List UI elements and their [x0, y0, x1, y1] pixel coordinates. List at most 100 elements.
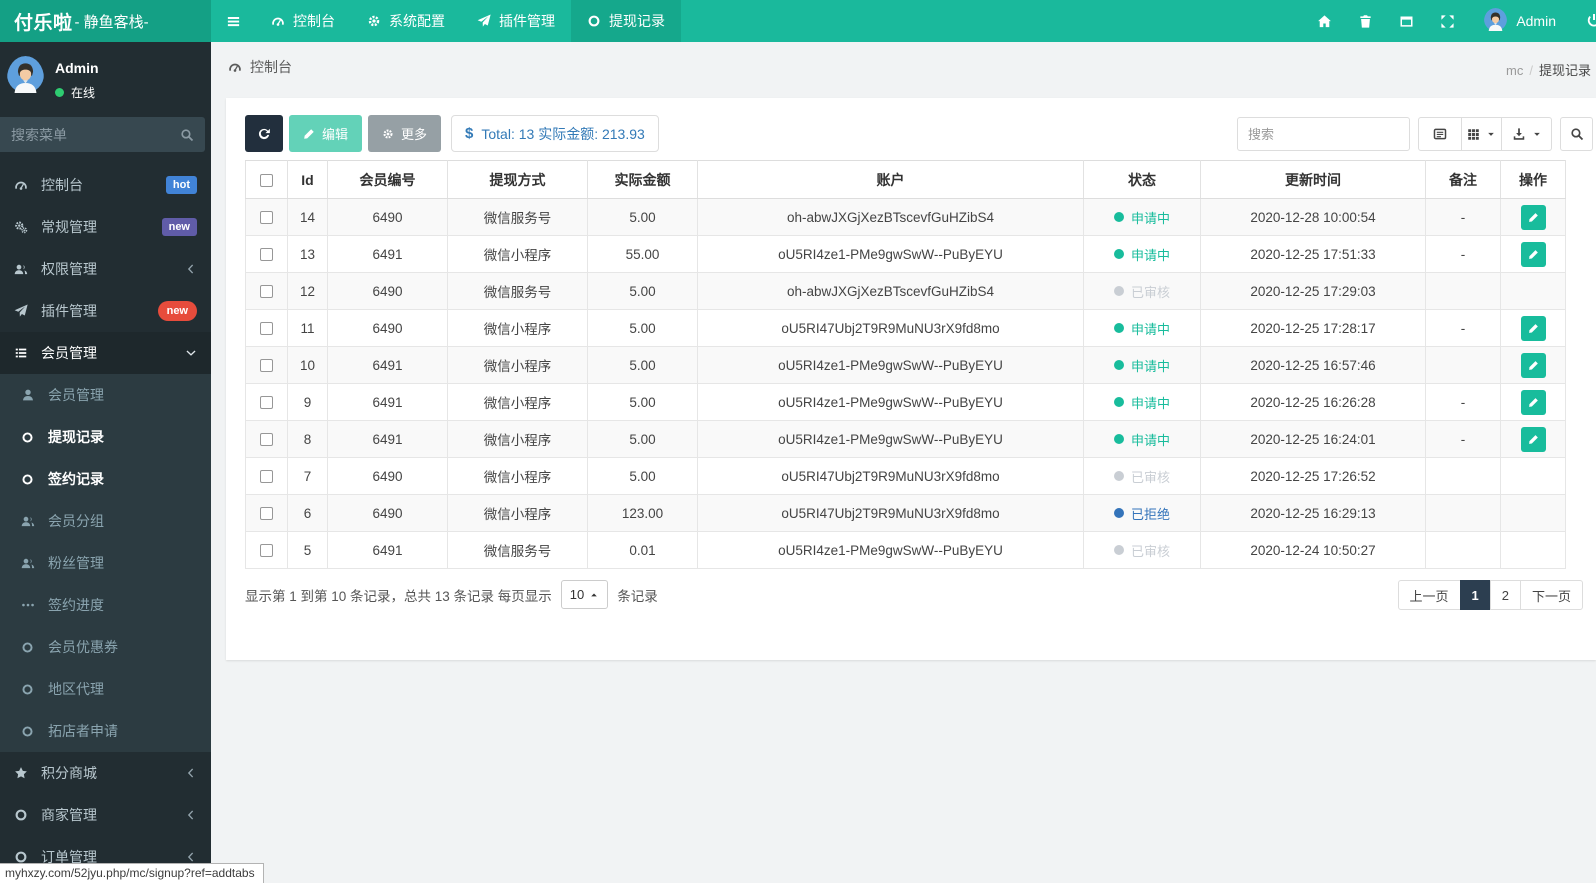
brand-logo[interactable]: 付乐啦 - 静鱼客栈- — [0, 0, 211, 42]
export-button[interactable] — [1502, 117, 1552, 151]
cell-updated: 2020-12-24 10:50:27 — [1200, 531, 1426, 569]
cell-status: 申请中 — [1083, 235, 1201, 273]
sidebar-item-积分商城[interactable]: 积分商城 — [0, 752, 211, 794]
row-checkbox[interactable] — [260, 285, 273, 299]
sidebar-item-商家管理[interactable]: 商家管理 — [0, 794, 211, 836]
table-row: 12 6490 微信服务号 5.00 oh-abwJXGjXezBTscevfGuHZi… — [245, 272, 1566, 310]
column-header-实际金额[interactable]: 实际金额 — [587, 160, 698, 199]
row-checkbox[interactable] — [260, 507, 273, 521]
badge-hot: hot — [165, 175, 197, 195]
select-all-checkbox[interactable] — [260, 174, 273, 188]
bars-icon — [227, 16, 239, 26]
column-header-更新时间[interactable]: 更新时间 — [1200, 160, 1426, 199]
cell-status: 申请中 — [1083, 346, 1201, 384]
cell-member-no: 6490 — [327, 457, 448, 495]
row-edit-button[interactable] — [1520, 204, 1546, 230]
more-button[interactable]: 更多 — [368, 115, 442, 152]
nav-item-提现记录[interactable]: 提现记录 — [571, 0, 681, 42]
sidebar-subitem-粉丝管理[interactable]: 粉丝管理 — [0, 542, 211, 584]
column-header-账户[interactable]: 账户 — [697, 160, 1084, 199]
sidebar-subitem-提现记录[interactable]: 提现记录 — [0, 416, 211, 458]
column-header-备注[interactable]: 备注 — [1425, 160, 1501, 199]
row-checkbox[interactable] — [260, 470, 273, 484]
status-dot-icon — [1113, 508, 1124, 518]
row-edit-button[interactable] — [1520, 426, 1546, 452]
row-edit-button[interactable] — [1520, 389, 1546, 415]
nav-item-插件管理[interactable]: 插件管理 — [461, 0, 571, 42]
sidebar-subitem-会员优惠券[interactable]: 会员优惠券 — [0, 626, 211, 668]
breadcrumb-page[interactable]: 控制台 — [250, 57, 292, 77]
page-button-1[interactable]: 1 — [1459, 580, 1491, 610]
sidebar: Admin 在线 控制台hot常规管理new权限管理插件管理new会员管理会员管… — [0, 42, 211, 883]
sidebar-subitem-会员管理[interactable]: 会员管理 — [0, 374, 211, 416]
row-checkbox[interactable] — [260, 544, 273, 558]
row-checkbox[interactable] — [260, 359, 273, 373]
table-row: 9 6491 微信小程序 5.00 oU5RI4ze1-PMe9gwSwW--PuByE… — [245, 383, 1566, 421]
column-header-操作[interactable]: 操作 — [1500, 160, 1566, 199]
row-checkbox[interactable] — [260, 322, 273, 336]
clear-cache-button[interactable] — [1386, 0, 1427, 42]
circle-icon — [22, 431, 33, 443]
home-button[interactable] — [1304, 0, 1345, 42]
menu-search-box — [0, 117, 205, 152]
pagination-info: 显示第 1 到第 10 条记录，总共 13 条记录 每页显示 10 条记录 — [245, 580, 658, 609]
power-icon[interactable] — [1586, 13, 1596, 29]
column-header-状态[interactable]: 状态 — [1083, 160, 1201, 199]
sidebar-subitem-签约进度[interactable]: 签约进度 — [0, 584, 211, 626]
clear-cache-icon — [1400, 15, 1413, 27]
row-checkbox[interactable] — [260, 433, 273, 447]
search-submit-button[interactable] — [1560, 117, 1593, 151]
cell-member-no: 6491 — [327, 531, 448, 569]
row-edit-button[interactable] — [1520, 352, 1546, 378]
gears-icon — [15, 221, 28, 234]
next-page-button[interactable]: 下一页 — [1519, 580, 1583, 610]
detail-view-button[interactable] — [1418, 117, 1462, 151]
sidebar-item-插件管理[interactable]: 插件管理 new — [0, 290, 211, 332]
column-header-提现方式[interactable]: 提现方式 — [447, 160, 588, 199]
cell-id: 14 — [287, 198, 328, 236]
page-size-select[interactable]: 10 — [560, 580, 609, 609]
page-button-2[interactable]: 2 — [1489, 580, 1521, 610]
sidebar-subitem-签约记录[interactable]: 签约记录 — [0, 458, 211, 500]
trash-button[interactable] — [1345, 0, 1386, 42]
fullscreen-button[interactable] — [1427, 0, 1468, 42]
refresh-button[interactable] — [245, 115, 283, 152]
breadcrumb-parent[interactable]: mc — [1506, 63, 1523, 78]
pencil-icon — [1528, 360, 1538, 370]
table-row: 8 6491 微信小程序 5.00 oU5RI4ze1-PMe9gwSwW--PuByE… — [245, 420, 1566, 458]
prev-page-button[interactable]: 上一页 — [1397, 580, 1461, 610]
sidebar-item-权限管理[interactable]: 权限管理 — [0, 248, 211, 290]
row-checkbox[interactable] — [260, 211, 273, 225]
cell-id: 9 — [287, 383, 328, 421]
column-header-会员编号[interactable]: 会员编号 — [327, 160, 448, 199]
sidebar-toggle-button[interactable] — [211, 0, 255, 42]
cell-remark: - — [1425, 420, 1501, 458]
row-checkbox[interactable] — [260, 248, 273, 262]
column-header-Id[interactable]: Id — [287, 160, 328, 199]
sidebar-item-常规管理[interactable]: 常规管理 new — [0, 206, 211, 248]
row-checkbox[interactable] — [260, 396, 273, 410]
columns-button[interactable] — [1462, 117, 1502, 151]
sidebar-subitem-拓店者申请[interactable]: 拓店者申请 — [0, 710, 211, 752]
sidebar-subitem-会员分组[interactable]: 会员分组 — [0, 500, 211, 542]
status-badge: 申请中 — [1113, 319, 1170, 338]
cell-id: 13 — [287, 235, 328, 273]
cell-method: 微信小程序 — [447, 457, 588, 495]
row-edit-button[interactable] — [1520, 315, 1546, 341]
nav-item-控制台[interactable]: 控制台 — [255, 0, 351, 42]
submenu: 会员管理 提现记录 签约记录 会员分组 粉丝管理 签约进度 会员优惠券 地区代理 拓店者申请 — [0, 374, 211, 752]
cell-updated: 2020-12-25 17:26:52 — [1200, 457, 1426, 495]
table-search-input[interactable] — [1237, 117, 1410, 151]
edit-button[interactable]: 编辑 — [289, 115, 363, 152]
user-menu[interactable]: Admin — [1468, 8, 1556, 34]
cell-updated: 2020-12-25 17:29:03 — [1200, 272, 1426, 310]
avatar — [1484, 8, 1508, 34]
sidebar-item-控制台[interactable]: 控制台 hot — [0, 164, 211, 206]
row-edit-button[interactable] — [1520, 241, 1546, 267]
sidebar-item-会员管理[interactable]: 会员管理 — [0, 332, 211, 374]
menu-search-input[interactable] — [11, 126, 180, 143]
sidebar-subitem-地区代理[interactable]: 地区代理 — [0, 668, 211, 710]
nav-item-系统配置[interactable]: 系统配置 — [351, 0, 461, 42]
badge-new: new — [157, 300, 197, 322]
power-icon — [1587, 14, 1596, 27]
